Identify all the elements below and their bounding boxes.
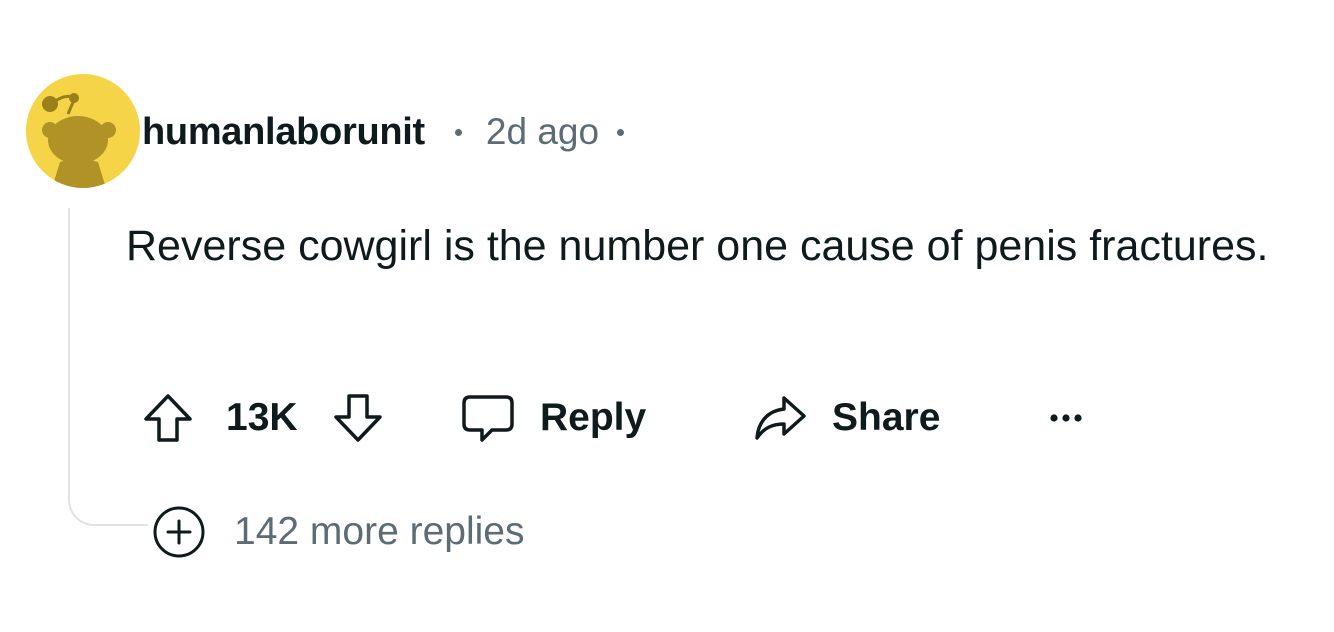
arrow-down-icon bbox=[334, 394, 382, 442]
share-label: Share bbox=[832, 396, 941, 439]
separator-dot bbox=[454, 128, 462, 136]
speech-bubble-icon bbox=[462, 395, 514, 442]
username[interactable]: humanlaborunit bbox=[142, 111, 425, 154]
more-replies-label: 142 more replies bbox=[234, 510, 525, 553]
ellipsis-icon bbox=[1050, 414, 1082, 422]
comment-actions: 13K Reply Share bbox=[140, 388, 1320, 448]
vote-score-label: 13K bbox=[226, 396, 298, 439]
downvote-button[interactable] bbox=[330, 388, 386, 448]
comment-meta: humanlaborunit 2d ago bbox=[142, 104, 625, 160]
vote-score: 13K bbox=[226, 388, 298, 448]
comment-body: Reverse cowgirl is the number one cause … bbox=[126, 222, 1269, 270]
reply-button[interactable]: Reply bbox=[460, 388, 646, 448]
reply-label: Reply bbox=[540, 396, 647, 439]
upvote-button[interactable] bbox=[140, 388, 196, 448]
plus-circle-icon bbox=[153, 506, 205, 558]
more-options-button[interactable] bbox=[1046, 388, 1086, 448]
arrow-up-icon bbox=[144, 394, 192, 442]
snoo-avatar-icon bbox=[42, 93, 116, 188]
more-replies-button[interactable]: 142 more replies bbox=[152, 504, 524, 560]
user-avatar[interactable] bbox=[26, 74, 140, 188]
share-button[interactable]: Share bbox=[752, 388, 940, 448]
timestamp[interactable]: 2d ago bbox=[486, 111, 599, 153]
share-arrow-icon bbox=[755, 396, 806, 440]
separator-dot bbox=[617, 128, 625, 136]
